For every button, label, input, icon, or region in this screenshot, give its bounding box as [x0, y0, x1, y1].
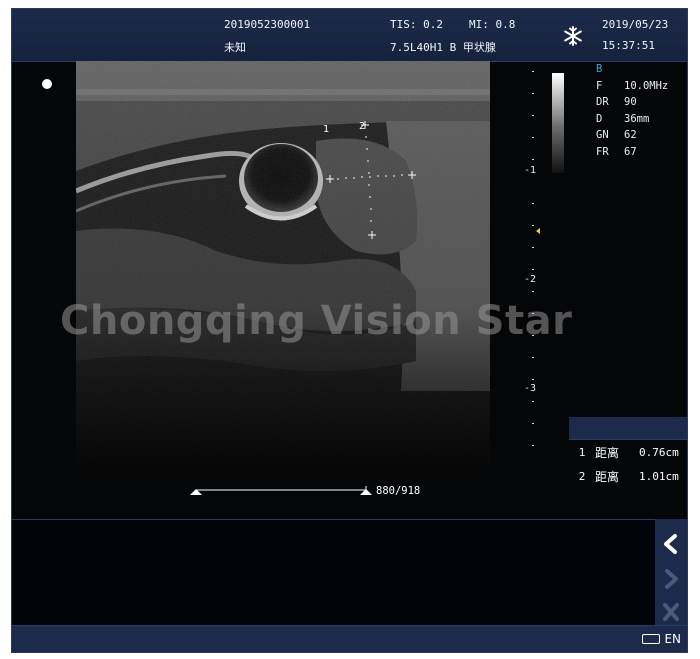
imaging-parameters: B F 10.0MHz DR 90 D 36mm GN 62 FR 67	[596, 61, 668, 160]
patient-name: 未知	[224, 41, 246, 54]
caliper-label-2: 2	[359, 121, 366, 132]
date-readout: 2019/05/23	[602, 18, 669, 31]
side-navigation	[655, 519, 687, 625]
ultrasound-screen: 2019052300001 未知 TIS: 0.2 MI: 0.8 7.5L40…	[11, 8, 688, 653]
measurement-row[interactable]: 1 距离 0.76cm	[569, 440, 687, 464]
depth-label-1: -1	[524, 165, 537, 176]
measurement-row[interactable]: 2 距离 1.01cm	[569, 464, 687, 488]
language-indicator[interactable]: EN	[642, 632, 681, 646]
top-status-bar: 2019052300001 未知 TIS: 0.2 MI: 0.8 7.5L40…	[12, 9, 687, 62]
close-icon[interactable]	[655, 597, 687, 627]
mi-readout: MI: 0.8	[469, 18, 516, 31]
tis-readout: TIS: 0.2	[390, 18, 443, 31]
depth-scale	[532, 71, 540, 446]
watermark: Chongqing Vision Star	[60, 298, 573, 344]
keyboard-icon	[642, 634, 661, 644]
cine-timeline[interactable]	[190, 483, 372, 497]
time-readout: 15:37:51	[602, 39, 655, 52]
depth-label-2: -2	[524, 274, 537, 285]
orientation-marker	[42, 79, 52, 89]
param-row: GN 62	[596, 129, 637, 141]
cine-frame-counter: 880/918	[376, 485, 421, 497]
focus-marker	[536, 228, 540, 234]
ultrasound-image[interactable]	[76, 61, 490, 469]
chevron-right-icon[interactable]	[655, 564, 687, 594]
language-label: EN	[664, 632, 681, 646]
param-row: FR 67	[596, 145, 637, 158]
exam-id: 2019052300001	[224, 18, 311, 31]
measurement-panel: 1 距离 0.76cm 2 距离 1.01cm	[569, 417, 687, 491]
measurement-panel-header	[569, 417, 687, 440]
depth-label-3: -3	[524, 383, 537, 394]
param-row: D 36mm	[596, 112, 650, 125]
probe-preset: 7.5L40H1 B 甲状腺	[390, 41, 496, 54]
param-row: DR 90	[596, 96, 637, 108]
bottom-status-bar: EN	[12, 625, 687, 652]
bottom-panel	[12, 519, 655, 626]
chevron-left-icon[interactable]	[655, 529, 687, 559]
param-row: F 10.0MHz	[596, 79, 669, 92]
caliper-label-1: 1	[323, 124, 330, 135]
mode-label: B	[596, 63, 603, 75]
grayscale-bar	[552, 73, 564, 173]
snowflake-icon	[564, 26, 582, 46]
